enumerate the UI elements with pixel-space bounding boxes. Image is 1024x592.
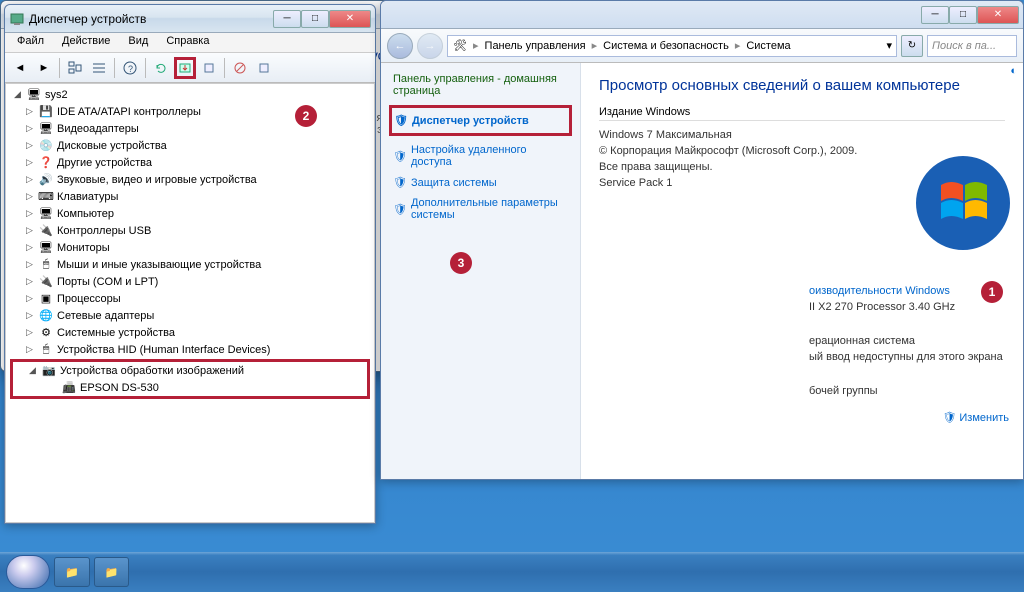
taskbar-item[interactable]: 📁	[94, 557, 130, 587]
annotation-badge-2: 2	[295, 105, 317, 127]
minimize-button[interactable]: ─	[921, 6, 949, 24]
back-icon[interactable]: ◄	[9, 57, 31, 79]
devmgr-title: Диспетчер устройств	[29, 12, 273, 26]
devmgr-titlebar[interactable]: Диспетчер устройств ─ □ ✕	[5, 5, 375, 33]
shield-icon: 🛡	[393, 203, 407, 216]
windows-logo	[913, 153, 1013, 253]
tree-device-epson[interactable]: 📠EPSON DS-530	[13, 379, 367, 396]
tree-category[interactable]: ▷⚙Системные устройства	[10, 324, 370, 341]
edition-value: Windows 7 Максимальная	[599, 127, 1005, 143]
help-icon[interactable]: ◐	[1010, 65, 1017, 77]
tree-category[interactable]: ▷🖥Видеоадаптеры	[10, 120, 370, 137]
tree-root[interactable]: ◢🖥sys2	[10, 86, 370, 103]
tree-view-icon[interactable]	[64, 57, 86, 79]
annotation-badge-3: 3	[450, 252, 472, 274]
disable-icon[interactable]	[229, 57, 251, 79]
refresh-icon[interactable]	[150, 57, 172, 79]
enable-icon[interactable]	[253, 57, 275, 79]
tree-category[interactable]: ▷🔌Порты (COM и LPT)	[10, 273, 370, 290]
dropdown-icon[interactable]: ▾	[886, 39, 892, 52]
tree-category[interactable]: ▷❓Другие устройства	[10, 154, 370, 171]
sidebar-link-devmgr[interactable]: 🛡Диспетчер устройств	[394, 110, 567, 131]
close-button[interactable]: ✕	[977, 6, 1019, 24]
scanner-icon: 📠	[61, 381, 77, 395]
menu-file[interactable]: Файл	[9, 33, 52, 52]
tree-category[interactable]: ▷▣Процессоры	[10, 290, 370, 307]
close-button[interactable]: ✕	[329, 10, 371, 28]
address-bar[interactable]: 🛠 ▸ Панель управления ▸ Система и безопа…	[447, 35, 897, 57]
shield-icon: 🛡	[393, 176, 407, 189]
search-input[interactable]: Поиск в па...	[927, 35, 1017, 57]
sidebar-home-link[interactable]: Панель управления - домашняя страница	[393, 73, 568, 97]
forward-icon[interactable]: ►	[33, 57, 55, 79]
uninstall-icon[interactable]	[198, 57, 220, 79]
pen-value: ый ввод недоступны для этого экрана	[809, 349, 1009, 365]
cpl-main: Просмотр основных сведений о вашем компь…	[581, 63, 1023, 479]
help-icon[interactable]: ?	[119, 57, 141, 79]
cpl-titlebar[interactable]: ─ □ ✕	[381, 1, 1023, 29]
start-button[interactable]	[6, 555, 50, 589]
shield-icon: 🛡	[394, 114, 408, 127]
devmgr-menubar: Файл Действие Вид Справка	[5, 33, 375, 53]
tree-category[interactable]: ▷🖱Мыши и иные указывающие устройства	[10, 256, 370, 273]
breadcrumb[interactable]: Система	[742, 40, 794, 52]
menu-view[interactable]: Вид	[120, 33, 156, 52]
page-heading: Просмотр основных сведений о вашем компь…	[599, 77, 1005, 94]
workgroup-label: бочей группы	[809, 383, 1009, 399]
computer-icon: 🖥	[26, 88, 42, 102]
breadcrumb[interactable]: Система и безопасность	[599, 40, 733, 52]
taskbar[interactable]: 📁 📁	[0, 552, 1024, 592]
tree-category[interactable]: ▷🖥Компьютер	[10, 205, 370, 222]
tree-category[interactable]: ▷⌨Клавиатуры	[10, 188, 370, 205]
shield-icon: 🛡	[393, 150, 407, 163]
maximize-button[interactable]: □	[301, 10, 329, 28]
cpl-navbar: ← → 🛠 ▸ Панель управления ▸ Система и бе…	[381, 29, 1023, 63]
tree-category[interactable]: ▷💿Дисковые устройства	[10, 137, 370, 154]
edition-label: Издание Windows	[599, 106, 1005, 121]
control-panel-window: ─ □ ✕ ← → 🛠 ▸ Панель управления ▸ Систем…	[380, 0, 1024, 480]
perf-index-link[interactable]: оизводительности Windows	[809, 283, 1009, 299]
imaging-icon: 📷	[41, 364, 57, 378]
minimize-button[interactable]: ─	[273, 10, 301, 28]
menu-action[interactable]: Действие	[54, 33, 118, 52]
tree-category-imaging[interactable]: ◢📷Устройства обработки изображений	[13, 362, 367, 379]
maximize-button[interactable]: □	[949, 6, 977, 24]
sidebar-link-advanced[interactable]: 🛡Дополнительные параметры системы	[393, 193, 568, 225]
nav-forward-icon[interactable]: →	[417, 33, 443, 59]
control-panel-icon: 🛠	[452, 39, 468, 53]
devmgr-icon	[9, 11, 25, 27]
devmgr-toolbar: ◄ ► ?	[5, 53, 375, 83]
menu-help[interactable]: Справка	[158, 33, 217, 52]
device-manager-window: Диспетчер устройств ─ □ ✕ Файл Действие …	[4, 4, 376, 524]
svg-text:?: ?	[128, 64, 133, 74]
tree-category[interactable]: ▷🔌Контроллеры USB	[10, 222, 370, 239]
shield-icon: 🛡	[942, 412, 956, 424]
cpl-sidebar: Панель управления - домашняя страница 🛡Д…	[381, 63, 581, 479]
refresh-icon[interactable]: ↻	[901, 35, 923, 57]
tree-category[interactable]: ▷🖱Устройства HID (Human Interface Device…	[10, 341, 370, 358]
list-view-icon[interactable]	[88, 57, 110, 79]
tree-category[interactable]: ▷🖥Мониторы	[10, 239, 370, 256]
nav-back-icon[interactable]: ←	[387, 33, 413, 59]
sidebar-link-protection[interactable]: 🛡Защита системы	[393, 172, 568, 193]
sidebar-link-remote[interactable]: 🛡Настройка удаленного доступа	[393, 140, 568, 172]
tree-category[interactable]: ▷🔊Звуковые, видео и игровые устройства	[10, 171, 370, 188]
annotation-badge-1: 1	[981, 281, 1003, 303]
taskbar-item[interactable]: 📁	[54, 557, 90, 587]
breadcrumb[interactable]: Панель управления	[481, 40, 590, 52]
tree-category[interactable]: ▷🌐Сетевые адаптеры	[10, 307, 370, 324]
change-link[interactable]: 🛡 Изменить	[809, 409, 1009, 426]
os-label: ерационная система	[809, 333, 1009, 349]
device-tree[interactable]: ◢🖥sys2 ▷💾IDE ATA/ATAPI контроллеры ▷🖥Вид…	[5, 83, 375, 523]
cpu-value: II X2 270 Processor 3.40 GHz	[809, 299, 1009, 315]
update-driver-icon[interactable]	[174, 57, 196, 79]
